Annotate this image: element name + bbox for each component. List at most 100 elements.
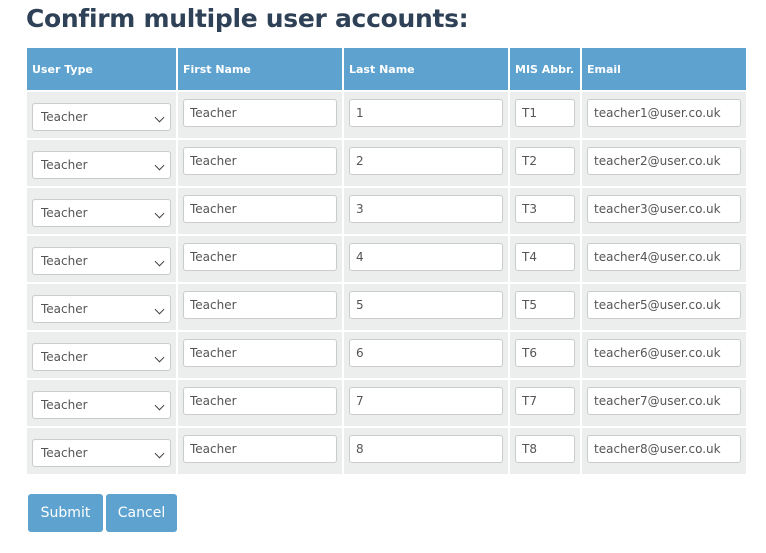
user-type-select[interactable]: Teacher xyxy=(32,294,171,323)
email-cell xyxy=(582,332,746,378)
email-cell xyxy=(582,140,746,186)
last-name-cell xyxy=(344,236,508,282)
first-name-cell xyxy=(178,188,342,234)
mis-abbr-cell xyxy=(510,140,580,186)
mis-abbr-input[interactable] xyxy=(515,338,575,367)
mis-abbr-input[interactable] xyxy=(515,98,575,127)
last-name-cell xyxy=(344,332,508,378)
first-name-cell xyxy=(178,380,342,426)
user-type-value[interactable]: Teacher xyxy=(32,342,171,371)
email-input[interactable] xyxy=(587,194,741,223)
last-name-input[interactable] xyxy=(349,242,503,271)
table-row: Teacher xyxy=(27,92,746,138)
last-name-input[interactable] xyxy=(349,146,503,175)
mis-abbr-cell xyxy=(510,428,580,474)
email-input[interactable] xyxy=(587,290,741,319)
table-row: Teacher xyxy=(27,188,746,234)
user-accounts-table: User Type First Name Last Name MIS Abbr.… xyxy=(25,46,748,476)
email-input[interactable] xyxy=(587,386,741,415)
cancel-button[interactable]: Cancel xyxy=(106,494,177,532)
first-name-input[interactable] xyxy=(183,98,337,127)
table-row: Teacher xyxy=(27,332,746,378)
user-type-cell: Teacher xyxy=(27,284,176,330)
user-type-select[interactable]: Teacher xyxy=(32,102,171,131)
user-type-select[interactable]: Teacher xyxy=(32,342,171,371)
user-type-value[interactable]: Teacher xyxy=(32,198,171,227)
user-type-value[interactable]: Teacher xyxy=(32,294,171,323)
first-name-input[interactable] xyxy=(183,338,337,367)
submit-button[interactable]: Submit xyxy=(28,494,103,532)
email-cell xyxy=(582,284,746,330)
last-name-input[interactable] xyxy=(349,194,503,223)
last-name-input[interactable] xyxy=(349,98,503,127)
table-row: Teacher xyxy=(27,380,746,426)
email-input[interactable] xyxy=(587,338,741,367)
last-name-input[interactable] xyxy=(349,434,503,463)
first-name-cell xyxy=(178,92,342,138)
table-row: Teacher xyxy=(27,284,746,330)
mis-abbr-input[interactable] xyxy=(515,194,575,223)
email-input[interactable] xyxy=(587,98,741,127)
last-name-cell xyxy=(344,92,508,138)
email-input[interactable] xyxy=(587,434,741,463)
mis-abbr-input[interactable] xyxy=(515,386,575,415)
user-type-value[interactable]: Teacher xyxy=(32,438,171,467)
email-cell xyxy=(582,188,746,234)
mis-abbr-cell xyxy=(510,284,580,330)
last-name-cell xyxy=(344,284,508,330)
email-cell xyxy=(582,236,746,282)
first-name-input[interactable] xyxy=(183,290,337,319)
table-header-row: User Type First Name Last Name MIS Abbr.… xyxy=(27,48,746,90)
first-name-input[interactable] xyxy=(183,434,337,463)
mis-abbr-input[interactable] xyxy=(515,434,575,463)
page-title: Confirm multiple user accounts: xyxy=(26,4,469,33)
email-cell xyxy=(582,380,746,426)
first-name-cell xyxy=(178,284,342,330)
first-name-input[interactable] xyxy=(183,194,337,223)
last-name-cell xyxy=(344,188,508,234)
first-name-cell xyxy=(178,332,342,378)
last-name-cell xyxy=(344,428,508,474)
last-name-cell xyxy=(344,380,508,426)
table-row: Teacher xyxy=(27,236,746,282)
user-type-value[interactable]: Teacher xyxy=(32,150,171,179)
mis-abbr-cell xyxy=(510,332,580,378)
mis-abbr-input[interactable] xyxy=(515,242,575,271)
mis-abbr-input[interactable] xyxy=(515,146,575,175)
last-name-input[interactable] xyxy=(349,290,503,319)
table-row: Teacher xyxy=(27,140,746,186)
first-name-input[interactable] xyxy=(183,146,337,175)
user-type-value[interactable]: Teacher xyxy=(32,246,171,275)
header-mis-abbr: MIS Abbr. xyxy=(510,48,580,90)
user-type-cell: Teacher xyxy=(27,332,176,378)
mis-abbr-input[interactable] xyxy=(515,290,575,319)
mis-abbr-cell xyxy=(510,380,580,426)
email-cell xyxy=(582,92,746,138)
user-type-cell: Teacher xyxy=(27,140,176,186)
mis-abbr-cell xyxy=(510,236,580,282)
user-type-select[interactable]: Teacher xyxy=(32,198,171,227)
user-type-select[interactable]: Teacher xyxy=(32,150,171,179)
user-type-cell: Teacher xyxy=(27,92,176,138)
email-input[interactable] xyxy=(587,242,741,271)
email-input[interactable] xyxy=(587,146,741,175)
first-name-input[interactable] xyxy=(183,242,337,271)
user-type-select[interactable]: Teacher xyxy=(32,390,171,419)
last-name-input[interactable] xyxy=(349,338,503,367)
user-type-value[interactable]: Teacher xyxy=(32,102,171,131)
header-user-type: User Type xyxy=(27,48,176,90)
email-cell xyxy=(582,428,746,474)
user-type-cell: Teacher xyxy=(27,188,176,234)
user-type-select[interactable]: Teacher xyxy=(32,438,171,467)
table-row: Teacher xyxy=(27,428,746,474)
user-type-cell: Teacher xyxy=(27,428,176,474)
first-name-cell xyxy=(178,428,342,474)
first-name-input[interactable] xyxy=(183,386,337,415)
mis-abbr-cell xyxy=(510,92,580,138)
user-type-select[interactable]: Teacher xyxy=(32,246,171,275)
user-type-value[interactable]: Teacher xyxy=(32,390,171,419)
last-name-input[interactable] xyxy=(349,386,503,415)
header-email: Email xyxy=(582,48,746,90)
first-name-cell xyxy=(178,236,342,282)
header-last-name: Last Name xyxy=(344,48,508,90)
